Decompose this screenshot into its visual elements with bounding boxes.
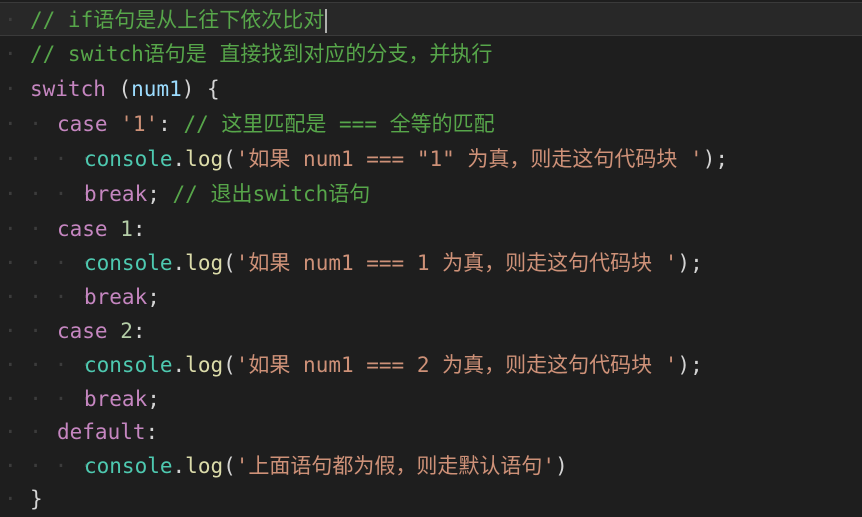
function: log [185,251,224,275]
code-line-1[interactable]: · // if语句是从上往下依次比对 [0,2,862,36]
code-line-15[interactable]: · } [0,482,862,516]
code-line-5[interactable]: · · · · console.log('如果 num1 === "1" 为真，… [0,142,862,176]
indent-guide: · · · · [4,251,93,275]
string: '如果 num1 === 1 为真，则走这句代码块 ' [235,251,678,275]
keyword: break [84,285,148,309]
code-editor[interactable]: · // if语句是从上往下依次比对 · // switch语句是 直接找到对应… [0,0,862,517]
code-line-11[interactable]: · · · · console.log('如果 num1 === 2 为真，则走… [0,348,862,382]
variable: num1 [131,77,182,101]
indent-guide: · · · · [4,387,93,411]
code-line-2[interactable]: · // switch语句是 直接找到对应的分支，并执行 [0,37,862,71]
code-line-6[interactable]: · · · · break; // 退出switch语句 [0,177,862,211]
comment: // switch语句是 直接找到对应的分支，并执行 [30,42,493,66]
keyword: break [84,182,148,206]
comment: // 这里匹配是 === 全等的匹配 [183,112,495,136]
function: log [185,147,224,171]
number: 1 [120,217,133,241]
comment: // if语句是从上往下依次比对 [30,8,325,32]
punctuation: : [158,112,184,136]
closing-brace: } [30,487,43,511]
indent-guide: · [4,42,17,66]
code-line-8[interactable]: · · · · console.log('如果 num1 === 1 为真，则走… [0,246,862,280]
object: console [84,251,173,275]
indent-guide: · · · · [4,182,93,206]
string: '如果 num1 === 2 为真，则走这句代码块 ' [235,353,678,377]
code-line-12[interactable]: · · · · break; [0,382,862,416]
function: log [185,454,224,478]
indent-guide: · [4,77,17,101]
indent-guide: · · · · [4,147,93,171]
object: console [84,454,173,478]
keyword: case [57,319,108,343]
indent-guide: · [4,8,17,32]
code-line-9[interactable]: · · · · break; [0,280,862,314]
indent-guide: · · · · [4,454,93,478]
indent-guide: · · [4,420,42,444]
code-line-10[interactable]: · · case 2: [0,314,862,348]
indent-guide: · [4,487,17,511]
indent-guide: · · [4,319,42,343]
keyword: case [57,217,108,241]
code-line-7[interactable]: · · case 1: [0,212,862,246]
keyword: default [57,420,146,444]
comment: // 退出switch语句 [172,182,371,206]
code-line-3[interactable]: · switch (num1) { [0,72,862,106]
code-line-13[interactable]: · · default: [0,415,862,449]
number: 2 [120,319,133,343]
object: console [84,147,173,171]
code-line-4[interactable]: · · case '1': // 这里匹配是 === 全等的匹配 [0,107,862,141]
indent-guide: · · [4,112,42,136]
object: console [84,353,173,377]
punctuation: ( [105,77,132,101]
indent-guide: · · [4,217,42,241]
text-caret [325,9,328,33]
punctuation: ) { [181,77,220,101]
code-line-14[interactable]: · · · · console.log('上面语句都为假，则走默认语句') [0,449,862,483]
keyword: switch [30,77,106,101]
string: '1' [120,112,159,136]
indent-guide: · · · · [4,353,93,377]
keyword: case [57,112,108,136]
function: log [185,353,224,377]
string: '上面语句都为假，则走默认语句' [235,454,556,478]
string: '如果 num1 === "1" 为真，则走这句代码块 ' [235,147,703,171]
indent-guide: · · · · [4,285,93,309]
keyword: break [84,387,148,411]
